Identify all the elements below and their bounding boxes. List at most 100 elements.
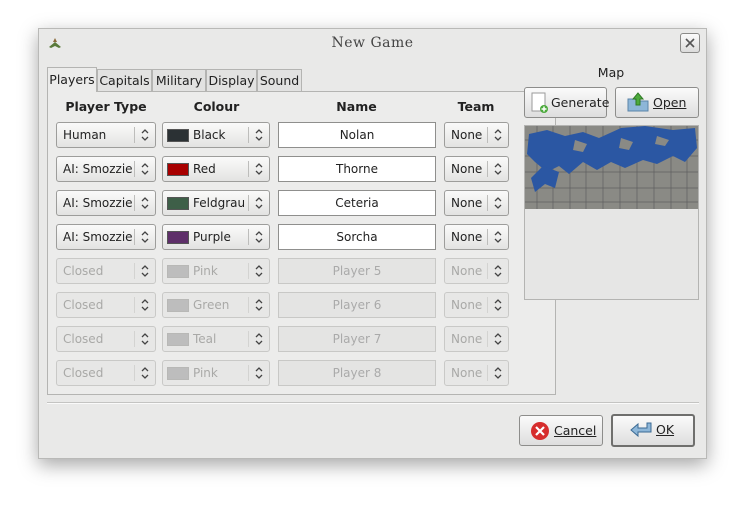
ok-label: OK <box>656 422 675 437</box>
map-preview-area[interactable] <box>524 125 699 300</box>
team-select[interactable]: None <box>444 258 509 284</box>
combo-separator <box>248 263 249 279</box>
player-type-value: Closed <box>63 298 104 312</box>
team-select[interactable]: None <box>444 122 509 148</box>
colour-select[interactable]: Feldgrau <box>162 190 270 216</box>
tab-military[interactable]: Military <box>152 69 206 91</box>
player-name-field[interactable]: Player 8 <box>278 360 436 386</box>
spin-arrows-icon <box>494 367 502 379</box>
team-value: None <box>451 196 483 210</box>
player-type-select[interactable]: AI: Smozzie <box>56 224 156 250</box>
player-type-select[interactable]: Closed <box>56 292 156 318</box>
team-value: None <box>451 128 483 142</box>
combo-separator <box>487 195 488 211</box>
colour-select[interactable]: Pink <box>162 258 270 284</box>
map-preview <box>525 126 698 209</box>
player-type-value: Closed <box>63 332 104 346</box>
combo-separator <box>134 195 135 211</box>
tab-display[interactable]: Display <box>206 69 257 91</box>
spin-arrows-icon <box>255 231 263 243</box>
combo-separator <box>248 127 249 143</box>
player-name-field[interactable]: Thorne <box>278 156 436 182</box>
colour-select[interactable]: Teal <box>162 326 270 352</box>
combo-separator <box>134 263 135 279</box>
player-type-select[interactable]: AI: Smozzie <box>56 190 156 216</box>
combo-separator <box>248 331 249 347</box>
open-button[interactable]: Open <box>615 87 699 118</box>
colour-swatch <box>167 197 189 210</box>
colour-select[interactable]: Black <box>162 122 270 148</box>
player-type-value: Closed <box>63 264 104 278</box>
players-panel: Player Type Colour Name Team Human Black N… <box>47 91 556 395</box>
team-select[interactable]: None <box>444 326 509 352</box>
colour-select[interactable]: Pink <box>162 360 270 386</box>
player-name-field[interactable]: Nolan <box>278 122 436 148</box>
tab-sound[interactable]: Sound <box>257 69 302 91</box>
spin-arrows-icon <box>494 231 502 243</box>
generate-label: Generate <box>551 95 610 110</box>
player-name-field[interactable]: Player 5 <box>278 258 436 284</box>
spin-arrows-icon <box>141 299 149 311</box>
spin-arrows-icon <box>255 163 263 175</box>
spin-arrows-icon <box>494 333 502 345</box>
team-select[interactable]: None <box>444 360 509 386</box>
cancel-button[interactable]: Cancel <box>519 415 603 446</box>
map-label: Map <box>597 65 625 80</box>
spin-arrows-icon <box>141 163 149 175</box>
spin-arrows-icon <box>494 299 502 311</box>
player-name-field[interactable]: Player 6 <box>278 292 436 318</box>
colour-swatch <box>167 265 189 278</box>
ok-button[interactable]: OK <box>611 414 695 447</box>
player-name-field[interactable]: Player 7 <box>278 326 436 352</box>
colour-value: Feldgrau <box>193 196 246 210</box>
colour-select[interactable]: Red <box>162 156 270 182</box>
team-value: None <box>451 162 483 176</box>
player-name-field[interactable]: Ceteria <box>278 190 436 216</box>
spin-arrows-icon <box>255 299 263 311</box>
combo-separator <box>134 229 135 245</box>
colour-value: Pink <box>193 264 218 278</box>
colour-value: Pink <box>193 366 218 380</box>
player-type-select[interactable]: Closed <box>56 326 156 352</box>
player-type-value: Human <box>63 128 107 142</box>
combo-separator <box>487 127 488 143</box>
col-team: Team <box>457 99 495 114</box>
colour-swatch <box>167 163 189 176</box>
generate-icon <box>531 92 548 113</box>
team-value: None <box>451 264 483 278</box>
colour-select[interactable]: Purple <box>162 224 270 250</box>
spin-arrows-icon <box>494 197 502 209</box>
tab-players[interactable]: Players <box>47 67 97 92</box>
combo-separator <box>248 297 249 313</box>
combo-separator <box>487 263 488 279</box>
team-select[interactable]: None <box>444 190 509 216</box>
spin-arrows-icon <box>255 367 263 379</box>
tab-capitals[interactable]: Capitals <box>97 69 152 91</box>
player-type-select[interactable]: Human <box>56 122 156 148</box>
spin-arrows-icon <box>255 197 263 209</box>
colour-select[interactable]: Green <box>162 292 270 318</box>
team-select[interactable]: None <box>444 292 509 318</box>
spin-arrows-icon <box>255 129 263 141</box>
cancel-icon <box>531 422 549 440</box>
team-select[interactable]: None <box>444 224 509 250</box>
colour-value: Black <box>193 128 226 142</box>
title-bar[interactable]: New Game <box>39 29 706 59</box>
combo-separator <box>248 195 249 211</box>
combo-separator <box>487 297 488 313</box>
player-type-value: AI: Smozzie <box>63 230 133 244</box>
team-select[interactable]: None <box>444 156 509 182</box>
close-button[interactable] <box>680 33 700 53</box>
footer-separator <box>47 402 699 404</box>
player-name-field[interactable]: Sorcha <box>278 224 436 250</box>
player-type-select[interactable]: Closed <box>56 360 156 386</box>
cancel-label: Cancel <box>554 423 597 438</box>
player-type-select[interactable]: AI: Smozzie <box>56 156 156 182</box>
combo-separator <box>487 365 488 381</box>
generate-button[interactable]: Generate <box>524 87 610 118</box>
player-type-value: AI: Smozzie <box>63 162 133 176</box>
team-value: None <box>451 366 483 380</box>
player-type-select[interactable]: Closed <box>56 258 156 284</box>
new-game-dialog: New Game Players Capitals Military Displ… <box>38 28 707 459</box>
colour-value: Teal <box>193 332 217 346</box>
